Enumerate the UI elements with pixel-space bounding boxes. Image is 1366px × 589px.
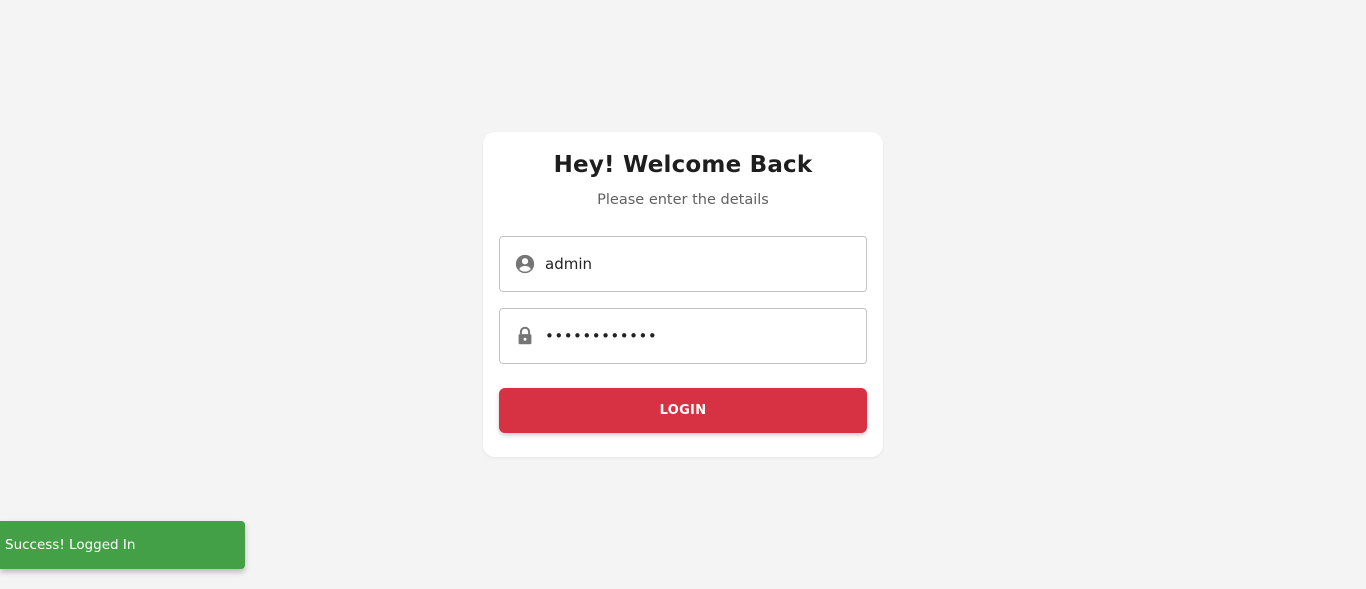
page-title: Hey! Welcome Back bbox=[553, 152, 813, 178]
username-field[interactable] bbox=[499, 236, 867, 292]
page-subtitle: Please enter the details bbox=[597, 192, 769, 208]
lock-icon bbox=[514, 325, 536, 347]
password-field[interactable] bbox=[499, 308, 867, 364]
account-circle-icon bbox=[514, 253, 536, 275]
toast-message: Success! Logged In bbox=[5, 537, 136, 553]
login-page: Hey! Welcome Back Please enter the detai… bbox=[0, 0, 1366, 589]
username-input[interactable] bbox=[545, 237, 855, 291]
success-toast: Success! Logged In bbox=[0, 521, 245, 569]
login-card: Hey! Welcome Back Please enter the detai… bbox=[483, 132, 883, 457]
password-input[interactable] bbox=[545, 309, 855, 363]
login-button[interactable]: LOGIN bbox=[499, 388, 867, 433]
